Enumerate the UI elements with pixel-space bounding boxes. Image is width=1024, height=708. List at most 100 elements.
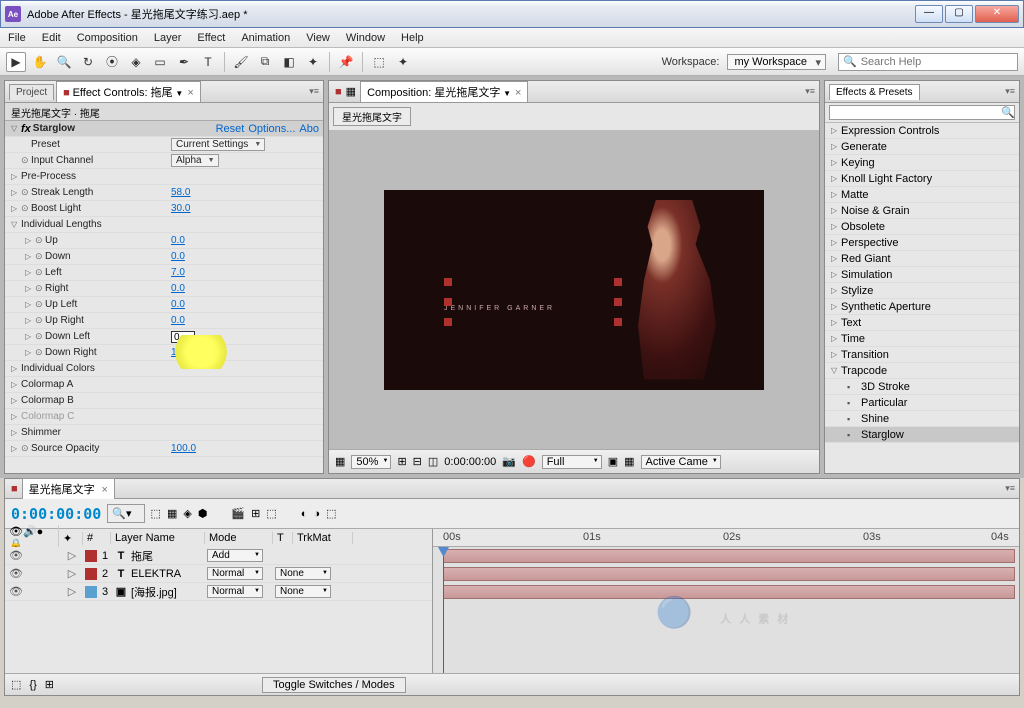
mask-icon[interactable]: ◫	[428, 455, 438, 468]
boost-light-value[interactable]: 30.0	[171, 203, 190, 214]
roi-icon[interactable]: ▣	[608, 455, 618, 468]
menu-animation[interactable]: Animation	[241, 32, 290, 44]
help-search-input[interactable]	[861, 56, 1013, 68]
ep-category[interactable]: ▷Transition	[825, 347, 1019, 363]
minimize-button[interactable]: —	[915, 5, 943, 23]
tl-tool-icon[interactable]: ⬢	[198, 507, 208, 520]
ep-category[interactable]: ▷Matte	[825, 187, 1019, 203]
left-value[interactable]: 7.0	[171, 267, 185, 278]
comp-flowchart-button[interactable]: 星光拖尾文字	[333, 107, 411, 126]
tl-foot-icon[interactable]: ⬚	[11, 678, 21, 691]
menu-view[interactable]: View	[306, 32, 330, 44]
preset-select[interactable]: Current Settings	[171, 138, 265, 151]
tab-timeline-comp[interactable]: 星光拖尾文字 ×	[22, 478, 115, 499]
ep-category[interactable]: ▷Time	[825, 331, 1019, 347]
tl-tool-icon[interactable]: ⬚	[326, 507, 336, 520]
tab-effect-controls[interactable]: ■ Effect Controls: 拖尾 ▼×	[56, 81, 201, 102]
timecode[interactable]: 0:00:00:00	[11, 505, 101, 523]
tab-composition[interactable]: Composition: 星光拖尾文字 ▼×	[360, 81, 528, 102]
menu-window[interactable]: Window	[346, 32, 385, 44]
layer-bar-1[interactable]	[443, 549, 1015, 563]
brush-tool-icon[interactable]: 🖌	[231, 52, 251, 72]
colormap-b-group[interactable]: Colormap B	[21, 395, 161, 406]
right-value[interactable]: 0.0	[171, 283, 185, 294]
toggle-switches-button[interactable]: Toggle Switches / Modes	[262, 677, 406, 693]
tl-tool-icon[interactable]: ◈	[183, 507, 191, 520]
ep-item[interactable]: ▪Shine	[825, 411, 1019, 427]
upleft-value[interactable]: 0.0	[171, 299, 185, 310]
anchor-tool-icon[interactable]: ◈	[126, 52, 146, 72]
down-value[interactable]: 0.0	[171, 251, 185, 262]
ep-category[interactable]: ▷Perspective	[825, 235, 1019, 251]
ep-category[interactable]: ▷Generate	[825, 139, 1019, 155]
extra-tool2-icon[interactable]: ✦	[393, 52, 413, 72]
tl-tool-icon[interactable]: ▦	[167, 507, 177, 520]
ep-item[interactable]: ▪Starglow	[825, 427, 1019, 443]
panel-menu-icon[interactable]: ▾≡	[1005, 86, 1015, 97]
layer-bar-2[interactable]	[443, 567, 1015, 581]
channel-icon[interactable]: 🔴	[522, 455, 536, 468]
downleft-input[interactable]: 0	[171, 331, 195, 343]
colormap-a-group[interactable]: Colormap A	[21, 379, 161, 390]
input-channel-select[interactable]: Alpha	[171, 154, 219, 167]
guides-icon[interactable]: ⊟	[413, 455, 422, 468]
ep-category[interactable]: ▷Expression Controls	[825, 123, 1019, 139]
tl-foot-icon[interactable]: {}	[29, 679, 36, 691]
menu-effect[interactable]: Effect	[197, 32, 225, 44]
rect-tool-icon[interactable]: ▭	[150, 52, 170, 72]
ep-category-trapcode[interactable]: ▽Trapcode	[825, 363, 1019, 379]
tl-foot-icon[interactable]: ⊞	[45, 678, 54, 691]
up-value[interactable]: 0.0	[171, 235, 185, 246]
maximize-button[interactable]: ▢	[945, 5, 973, 23]
tl-tool-icon[interactable]: ◐	[301, 508, 308, 520]
tl-tool-icon[interactable]: ⬚	[266, 507, 276, 520]
panel-menu-icon[interactable]: ▾≡	[805, 86, 815, 97]
camera-select[interactable]: Active Came	[641, 455, 721, 469]
tl-tool-icon[interactable]: ⊞	[251, 507, 260, 520]
ep-category[interactable]: ▷Text	[825, 315, 1019, 331]
ep-item[interactable]: ▪Particular	[825, 395, 1019, 411]
ep-category[interactable]: ▷Obsolete	[825, 219, 1019, 235]
individual-colors-group[interactable]: Individual Colors	[21, 363, 161, 374]
tab-effects-presets[interactable]: Effects & Presets	[829, 84, 920, 100]
fx-header[interactable]: ▽fx Starglow ResetOptions...Abo	[5, 121, 323, 137]
search-icon[interactable]: 🔍▾	[107, 504, 144, 523]
ep-category[interactable]: ▷Keying	[825, 155, 1019, 171]
puppet-tool-icon[interactable]: 📌	[336, 52, 356, 72]
individual-lengths-group[interactable]: Individual Lengths	[21, 219, 161, 230]
ruler-icon[interactable]: ⊞	[397, 455, 406, 468]
timeline-tracks[interactable]: 🔵 人人素材	[433, 547, 1019, 673]
downright-value[interactable]: 1.0	[171, 347, 185, 358]
reset-link[interactable]: Reset	[216, 123, 245, 135]
current-time-indicator[interactable]	[443, 547, 444, 673]
resolution-select[interactable]: Full	[542, 455, 602, 469]
tl-tool-icon[interactable]: ◑	[313, 508, 320, 520]
clone-tool-icon[interactable]: ⧉	[255, 52, 275, 72]
ep-category[interactable]: ▷Red Giant	[825, 251, 1019, 267]
zoom-tool-icon[interactable]: 🔍	[54, 52, 74, 72]
layer-row[interactable]: 👁▷3▣[海报.jpg]NormalNone	[5, 583, 432, 601]
extra-tool-icon[interactable]: ⬚	[369, 52, 389, 72]
menu-edit[interactable]: Edit	[42, 32, 61, 44]
close-icon[interactable]: ×	[187, 87, 193, 99]
ep-item[interactable]: ▪3D Stroke	[825, 379, 1019, 395]
hand-tool-icon[interactable]: ✋	[30, 52, 50, 72]
time-ruler[interactable]: 00s 01s 02s 03s 04s	[433, 529, 1019, 547]
ep-category[interactable]: ▷Stylize	[825, 283, 1019, 299]
grid-icon[interactable]: ▦	[335, 455, 345, 468]
pen-tool-icon[interactable]: ✒	[174, 52, 194, 72]
help-search[interactable]: 🔍	[838, 53, 1018, 71]
composition-viewer[interactable]: JENNIFER GARNER	[329, 130, 819, 449]
zoom-select[interactable]: 50%	[351, 455, 391, 469]
ep-category[interactable]: ▷Simulation	[825, 267, 1019, 283]
layer-row[interactable]: 👁▷2TELEKTRANormalNone	[5, 565, 432, 583]
ep-category[interactable]: ▷Synthetic Aperture	[825, 299, 1019, 315]
tab-project[interactable]: Project	[9, 84, 54, 100]
ep-category[interactable]: ▷Noise & Grain	[825, 203, 1019, 219]
panel-menu-icon[interactable]: ▾≡	[309, 86, 319, 97]
upright-value[interactable]: 0.0	[171, 315, 185, 326]
shimmer-group[interactable]: Shimmer	[21, 427, 161, 438]
effects-search-input[interactable]	[829, 105, 1015, 120]
menu-composition[interactable]: Composition	[77, 32, 138, 44]
text-tool-icon[interactable]: T	[198, 52, 218, 72]
